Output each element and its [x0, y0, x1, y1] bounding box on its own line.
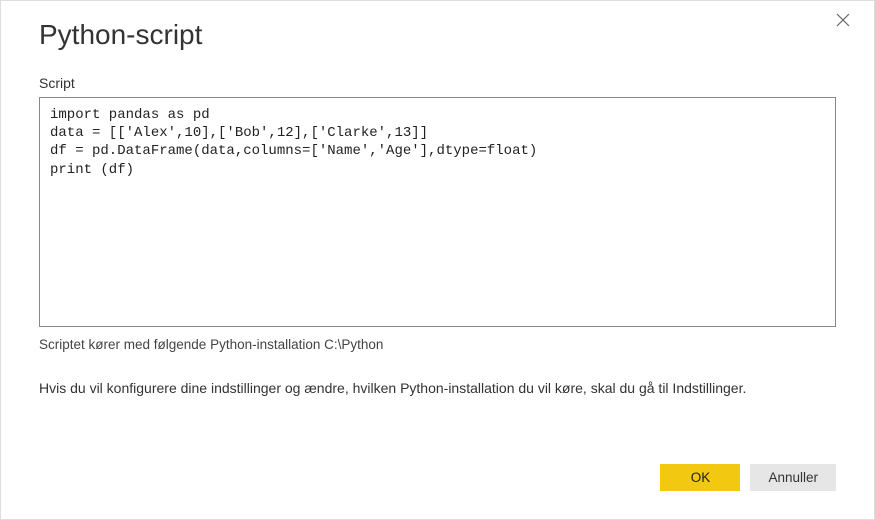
ok-button[interactable]: OK — [660, 464, 740, 491]
close-icon[interactable] — [836, 13, 856, 33]
dialog-content: Python-script Script Scriptet kører med … — [1, 1, 874, 519]
install-note: Scriptet kører med følgende Python-insta… — [39, 337, 836, 352]
script-label: Script — [39, 75, 836, 91]
button-row: OK Annuller — [39, 464, 836, 495]
help-text: Hvis du vil konfigurere dine indstilling… — [39, 380, 836, 396]
cancel-button[interactable]: Annuller — [750, 464, 836, 491]
dialog-title: Python-script — [39, 19, 836, 51]
script-input[interactable] — [39, 97, 836, 327]
